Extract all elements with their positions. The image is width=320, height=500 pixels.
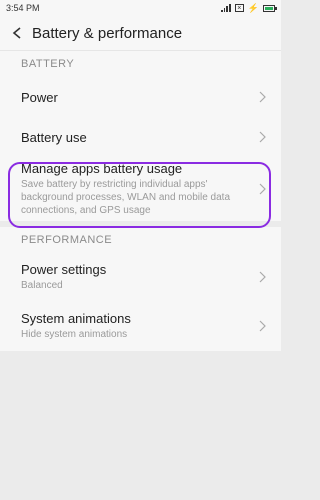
- status-time: 3:54 PM: [6, 3, 40, 13]
- item-subtitle: Save battery by restricting individual a…: [21, 179, 231, 216]
- status-icons: × ⚡: [220, 2, 277, 14]
- back-arrow-icon[interactable]: [8, 24, 26, 42]
- chevron-right-icon: [259, 320, 267, 332]
- list-item-power-settings[interactable]: Power settings Balanced: [0, 253, 281, 301]
- item-subtitle: Balanced: [21, 280, 63, 291]
- item-title: System animations: [21, 311, 131, 326]
- item-subtitle: Hide system animations: [21, 329, 128, 340]
- list-item-power[interactable]: Power: [0, 77, 281, 117]
- charging-bolt-icon: ⚡: [247, 2, 259, 13]
- item-title: Battery use: [21, 129, 87, 145]
- battery-icon: [263, 4, 277, 12]
- chevron-right-icon: [259, 91, 267, 103]
- app-header: Battery & performance: [0, 16, 281, 51]
- item-title: Manage apps battery usage: [21, 161, 183, 176]
- section-label-battery: BATTERY: [0, 51, 281, 77]
- chevron-right-icon: [259, 131, 267, 143]
- page-title: Battery & performance: [32, 24, 183, 42]
- list-item-battery-use[interactable]: Battery use: [0, 117, 281, 157]
- close-box-icon: ×: [234, 4, 244, 12]
- item-title: Power: [21, 89, 58, 105]
- chevron-right-icon: [259, 271, 267, 283]
- chevron-right-icon: [259, 183, 267, 195]
- section-label-performance: PERFORMANCE: [0, 227, 281, 253]
- status-bar: 3:54 PM × ⚡: [0, 0, 281, 16]
- list-item-manage-apps-battery[interactable]: Manage apps battery usage Save battery b…: [0, 157, 281, 221]
- signal-icon: [220, 4, 231, 12]
- list-item-system-animations[interactable]: System animations Hide system animations: [0, 301, 281, 351]
- item-title: Power settings: [21, 262, 107, 277]
